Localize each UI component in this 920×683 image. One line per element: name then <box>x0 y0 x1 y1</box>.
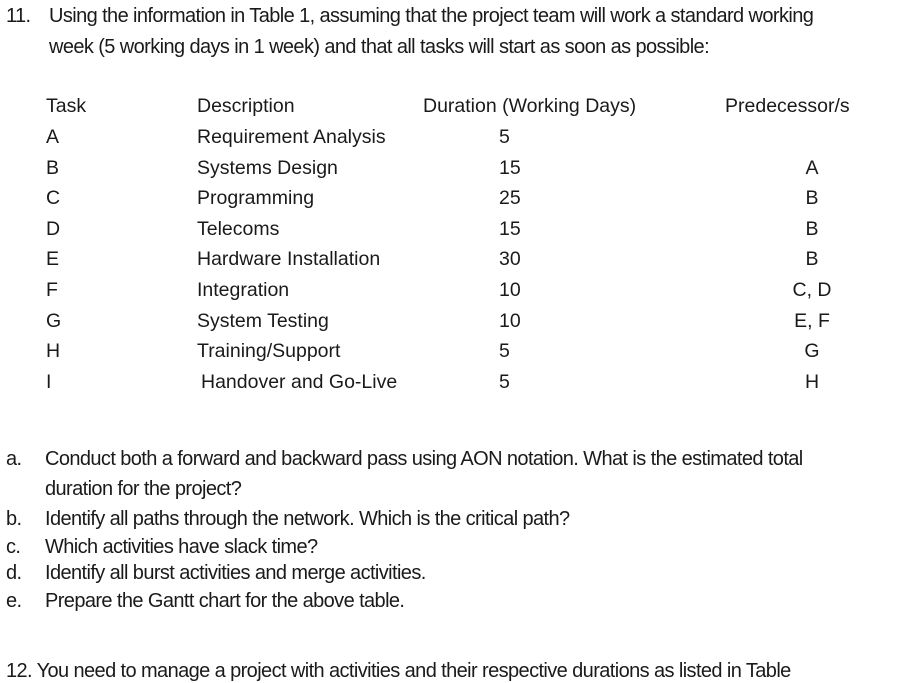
task-id-cell: G <box>46 309 62 332</box>
subquestion-label: e. <box>6 590 22 612</box>
task-description-cell: Training/Support <box>197 340 341 363</box>
header-duration: Duration (Working Days) <box>423 95 637 117</box>
task-id-cell: C <box>46 187 61 210</box>
subquestion-text: duration for the project? <box>45 478 242 500</box>
task-duration-cell: 30 <box>499 248 521 271</box>
question-text-line-1: Using the information in Table 1, assumi… <box>49 5 814 27</box>
task-description-cell: Hardware Installation <box>197 248 381 271</box>
task-description-cell: Telecoms <box>197 217 280 240</box>
task-duration-cell: 10 <box>499 279 521 301</box>
predecessor-value: B <box>805 248 819 271</box>
predecessor-value: B <box>805 217 819 240</box>
task-description-cell: Systems Design <box>197 156 338 179</box>
task-description-cell: System Testing <box>197 309 329 332</box>
task-duration-cell: 10 <box>499 309 521 332</box>
header-description: Description <box>197 95 295 117</box>
predecessor-value: B <box>805 187 819 210</box>
task-description-cell: Programming <box>197 187 315 210</box>
header-task: Task <box>46 95 87 117</box>
subquestion-text: Identify all burst activities and merge … <box>45 562 426 584</box>
predecessor-value: H <box>804 370 820 393</box>
predecessor-value: E, F <box>794 309 830 332</box>
task-id-cell: I <box>46 370 52 393</box>
task-duration-cell: 5 <box>499 370 510 393</box>
task-id-cell: E <box>46 248 60 271</box>
subquestion-label: b. <box>6 508 22 530</box>
predecessor-value: A <box>805 156 819 179</box>
question-text-line-2: week (5 working days in 1 week) and that… <box>49 36 710 58</box>
task-duration-cell: 15 <box>499 156 521 179</box>
task-id-cell: F <box>46 279 58 301</box>
subquestion-label: c. <box>6 536 21 558</box>
task-duration-cell: 15 <box>499 217 521 240</box>
subquestion-text: Identify all paths through the network. … <box>45 508 570 530</box>
question-number: 11. <box>6 5 31 27</box>
task-description-cell: Requirement Analysis <box>197 126 386 148</box>
task-description-cell: Integration <box>197 279 290 301</box>
task-id-cell: A <box>46 126 60 148</box>
subquestion-text: Which activities have slack time? <box>45 536 318 558</box>
predecessor-value: G <box>804 340 820 363</box>
subquestion-label: a. <box>6 448 22 470</box>
task-duration-cell: 5 <box>499 126 510 148</box>
task-duration-cell: 5 <box>499 340 510 363</box>
task-id-cell: B <box>46 156 60 179</box>
header-predecessors: Predecessor/s <box>725 95 850 117</box>
subquestion-text: Conduct both a forward and backward pass… <box>45 448 803 470</box>
next-question-partial: 12. You need to manage a project with ac… <box>6 660 791 682</box>
task-id-cell: H <box>46 340 61 363</box>
task-duration-cell: 25 <box>499 187 521 210</box>
subquestion-text: Prepare the Gantt chart for the above ta… <box>45 590 405 612</box>
predecessor-value: C, D <box>792 279 832 301</box>
task-description-cell: Handover and Go-Live <box>201 370 398 393</box>
subquestion-label: d. <box>6 562 22 584</box>
task-id-cell: D <box>46 217 61 240</box>
